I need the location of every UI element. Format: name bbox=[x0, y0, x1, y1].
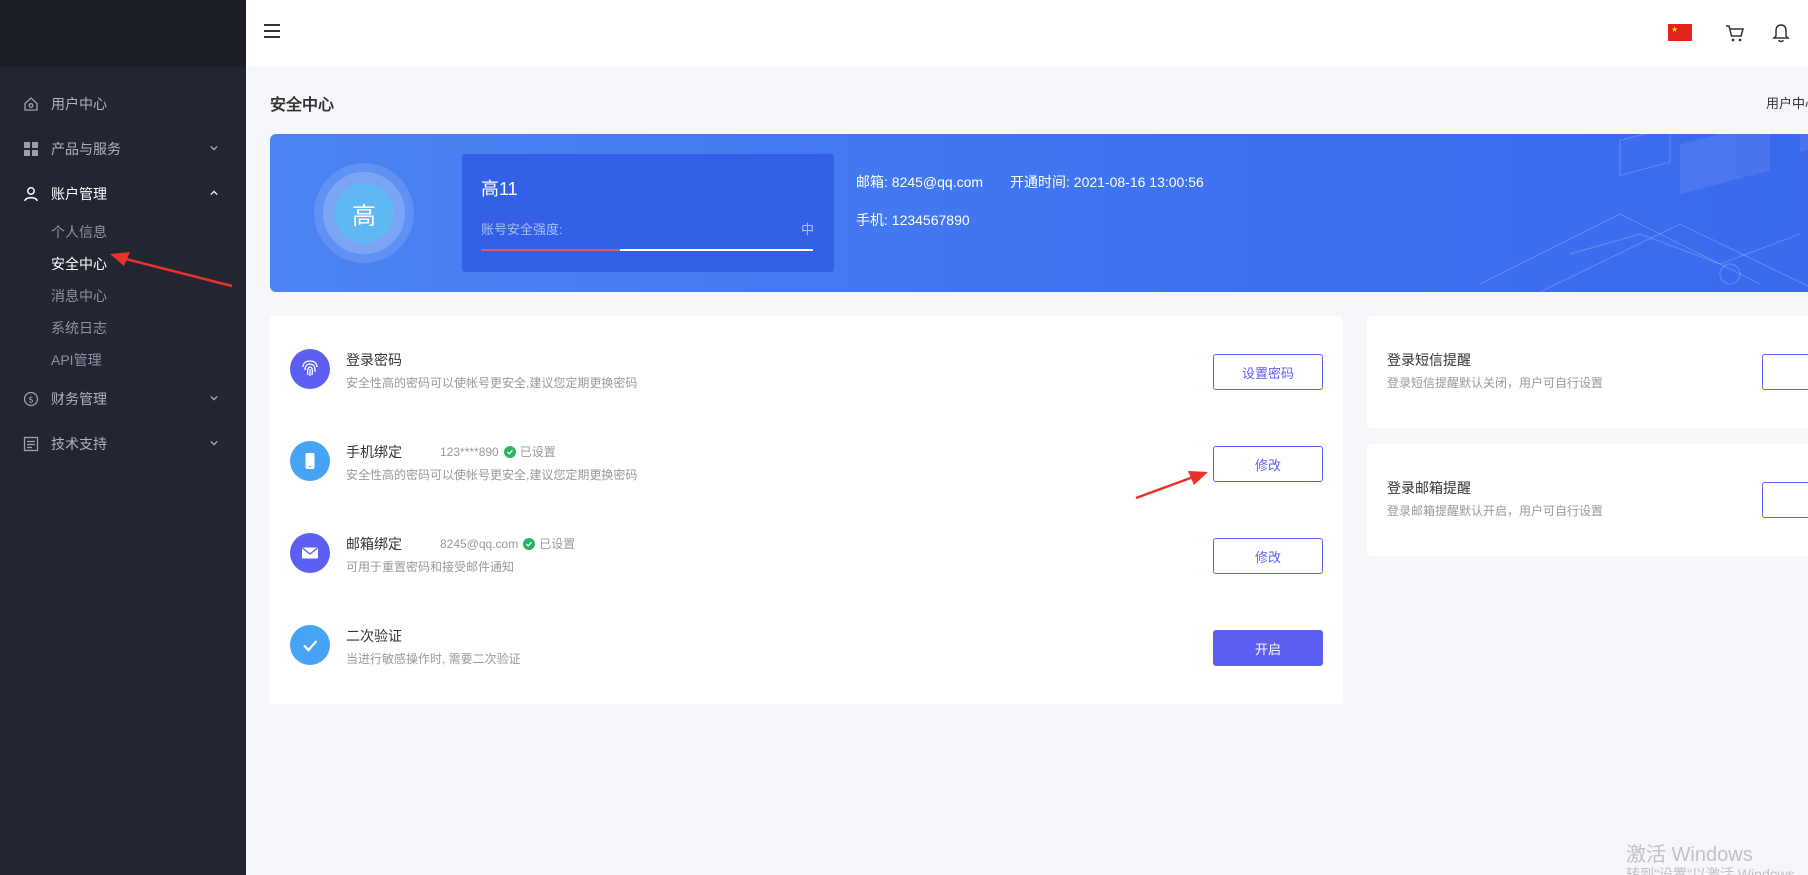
email-alert-title: 登录邮箱提醒 bbox=[1387, 480, 1471, 496]
profile-banner: 高 高11 账号安全强度: 中 邮箱: 8245@qq.com 开通时间: 20… bbox=[270, 134, 1808, 292]
phone-masked: 123****890 已设置 bbox=[440, 443, 556, 460]
security-row-email: 邮箱绑定 8245@qq.com 已设置 可用于重置密码和接受邮件通知 bbox=[290, 516, 1320, 576]
security-row-desc: 可用于重置密码和接受邮件通知 bbox=[346, 560, 515, 574]
security-row-title: 二次验证 bbox=[346, 628, 402, 644]
annotation-arrow-sidebar bbox=[110, 252, 233, 288]
strength-bar bbox=[481, 249, 813, 251]
email-alert-toggle-button[interactable]: 关 bbox=[1762, 482, 1808, 518]
top-bar bbox=[246, 0, 1808, 67]
sidebar: 用户中心 产品与服务 账户管理 个人信息 安全中心 消息中心 系统日志 API管… bbox=[0, 0, 246, 875]
avatar-ring: 高 bbox=[314, 163, 414, 263]
strength-value: 中 bbox=[800, 222, 814, 237]
home-icon bbox=[22, 95, 40, 113]
banner-illustration bbox=[1479, 134, 1808, 292]
page-title: 安全中心 bbox=[270, 97, 335, 114]
sidebar-item-support[interactable]: 技术支持 bbox=[0, 421, 246, 466]
email-alert-desc: 登录邮箱提醒默认开启，用户可自行设置 bbox=[1387, 504, 1604, 518]
open-time-info: 开通时间: 2021-08-16 13:00:56 bbox=[1010, 172, 1204, 192]
phone-value: 1234567890 bbox=[891, 212, 970, 228]
open-time-value: 2021-08-16 13:00:56 bbox=[1073, 174, 1204, 190]
sidebar-subitem-logs[interactable]: 系统日志 bbox=[0, 312, 246, 344]
security-row-password: 登录密码 安全性高的密码可以使帐号更安全,建议您定期更换密码 bbox=[290, 332, 1320, 392]
mail-icon bbox=[290, 533, 330, 573]
bell-icon[interactable] bbox=[1770, 22, 1792, 44]
annotation-arrow-phone bbox=[1135, 471, 1208, 500]
user-card: 高11 账号安全强度: 中 bbox=[462, 154, 834, 272]
windows-watermark-subtitle: 转到"设置"以激活 Windows。 bbox=[1626, 866, 1808, 875]
grid-icon bbox=[22, 140, 40, 158]
sidebar-item-products[interactable]: 产品与服务 bbox=[0, 126, 246, 171]
strength-bar-fill bbox=[481, 249, 621, 251]
sidebar-item-label: 用户中心 bbox=[51, 95, 107, 112]
edit-phone-button[interactable]: 修改 bbox=[1213, 446, 1323, 482]
windows-watermark-title: 激活 Windows bbox=[1626, 844, 1753, 866]
security-settings-card: 登录密码 安全性高的密码可以使帐号更安全,建议您定期更换密码 设置密码 手机绑定… bbox=[270, 316, 1343, 704]
dollar-icon: $ bbox=[22, 390, 40, 408]
check-circle-icon bbox=[523, 537, 536, 550]
sidebar-item-label: 技术支持 bbox=[51, 435, 107, 452]
cn-flag-icon[interactable] bbox=[1668, 24, 1692, 41]
chevron-up-icon bbox=[210, 190, 218, 195]
email-value: 8245@qq.com bbox=[891, 174, 984, 190]
sms-alert-title: 登录短信提醒 bbox=[1387, 352, 1471, 368]
email-label: 邮箱: bbox=[856, 174, 888, 190]
phone-masked-value: 123****890 bbox=[440, 444, 499, 459]
status-badge: 已设置 bbox=[539, 537, 576, 551]
user-name: 高11 bbox=[481, 179, 518, 199]
security-row-title: 手机绑定 bbox=[346, 444, 402, 460]
sms-alert-toggle-button[interactable]: 开 bbox=[1762, 354, 1808, 390]
sidebar-item-finance[interactable]: $ 财务管理 bbox=[0, 376, 246, 421]
security-row-title: 登录密码 bbox=[346, 352, 402, 368]
sidebar-subitem-api[interactable]: API管理 bbox=[0, 344, 246, 376]
check-icon bbox=[290, 625, 330, 665]
open-time-label: 开通时间: bbox=[1010, 174, 1070, 190]
menu-toggle-icon[interactable] bbox=[264, 24, 280, 38]
svg-text:$: $ bbox=[28, 395, 34, 405]
sms-alert-card: 登录短信提醒 登录短信提醒默认关闭，用户可自行设置 开 bbox=[1367, 316, 1808, 428]
sidebar-item-label: 账户管理 bbox=[51, 185, 107, 202]
chevron-down-icon bbox=[210, 440, 218, 445]
security-row-title: 邮箱绑定 bbox=[346, 536, 402, 552]
edit-email-button[interactable]: 修改 bbox=[1213, 538, 1323, 574]
user-icon bbox=[22, 185, 40, 203]
cart-icon[interactable] bbox=[1724, 22, 1746, 44]
strength-label: 账号安全强度: bbox=[481, 222, 563, 237]
sidebar-item-label: 产品与服务 bbox=[51, 140, 121, 157]
fingerprint-icon bbox=[290, 349, 330, 389]
sidebar-item-user-center[interactable]: 用户中心 bbox=[0, 81, 246, 126]
logo-area bbox=[0, 0, 246, 67]
status-badge: 已设置 bbox=[519, 445, 556, 459]
chevron-down-icon bbox=[210, 145, 218, 150]
sidebar-subitem-profile[interactable]: 个人信息 bbox=[0, 216, 246, 248]
check-circle-icon bbox=[503, 445, 516, 458]
security-row-desc: 安全性高的密码可以使帐号更安全,建议您定期更换密码 bbox=[346, 468, 638, 482]
breadcrumb[interactable]: 用户中心 bbox=[1766, 93, 1808, 112]
phone-label: 手机: bbox=[856, 212, 888, 228]
sms-alert-desc: 登录短信提醒默认关闭，用户可自行设置 bbox=[1387, 376, 1604, 390]
phone-icon bbox=[290, 441, 330, 481]
email-alert-card: 登录邮箱提醒 登录邮箱提醒默认开启，用户可自行设置 关 bbox=[1367, 444, 1808, 556]
security-row-desc: 当进行敏感操作时, 需要二次验证 bbox=[346, 652, 521, 666]
email-bound-value: 8245@qq.com bbox=[440, 536, 519, 551]
chevron-down-icon bbox=[210, 395, 218, 400]
security-row-desc: 安全性高的密码可以使帐号更安全,建议您定期更换密码 bbox=[346, 376, 638, 390]
security-row-2fa: 二次验证 当进行敏感操作时, 需要二次验证 bbox=[290, 608, 1320, 668]
email-info: 邮箱: 8245@qq.com bbox=[856, 172, 983, 192]
set-password-button[interactable]: 设置密码 bbox=[1213, 354, 1323, 390]
sidebar-item-account[interactable]: 账户管理 bbox=[0, 171, 246, 216]
avatar[interactable]: 高 bbox=[334, 183, 394, 243]
sidebar-item-label: 财务管理 bbox=[51, 390, 107, 407]
list-icon bbox=[22, 435, 40, 453]
enable-2fa-button[interactable]: 开启 bbox=[1213, 630, 1323, 666]
email-masked: 8245@qq.com 已设置 bbox=[440, 535, 575, 552]
phone-info: 手机: 1234567890 bbox=[856, 210, 970, 230]
